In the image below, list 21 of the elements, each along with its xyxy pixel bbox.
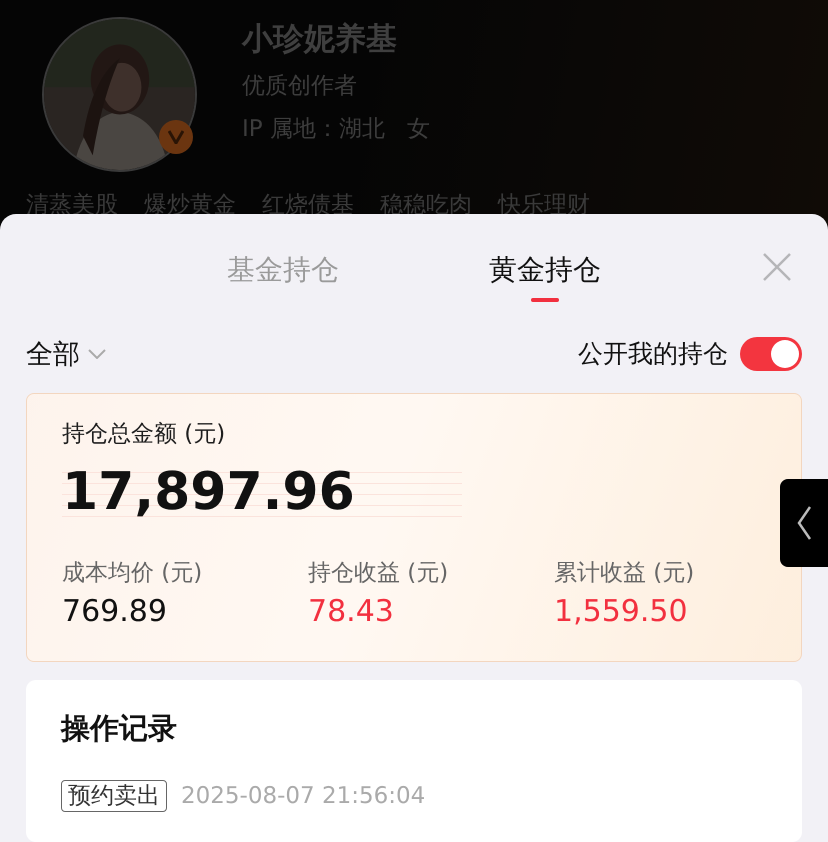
holdings-tab[interactable]: 黄金持仓 (489, 252, 601, 302)
gender-label: 女 (406, 115, 430, 144)
record-time: 2025-08-07 21:56:04 (181, 783, 426, 809)
stat-value: 769.89 (62, 594, 168, 630)
records-title: 操作记录 (61, 710, 178, 746)
stat-label: 持仓收益 (元) (308, 558, 450, 588)
user-title: 优质创作者 (242, 72, 358, 101)
stat-value: 1,559.50 (554, 594, 689, 630)
public-toggle[interactable] (740, 336, 802, 371)
record-type-tag: 预约卖出 (61, 780, 167, 812)
stat-label: 成本均价 (元) (62, 558, 204, 588)
side-panel-handle[interactable] (780, 479, 828, 567)
stat-value: 78.43 (308, 594, 395, 630)
stat-label: 累计收益 (元) (554, 558, 696, 588)
user-name: 小珍妮养基 (242, 20, 398, 59)
total-label: 持仓总金额 (元) (62, 420, 226, 449)
filter-dropdown[interactable]: 全部 (26, 336, 106, 372)
ip-location: IP 属地：湖北 (242, 115, 385, 144)
toggle-label: 公开我的持仓 (578, 338, 728, 370)
chevron-down-icon (88, 348, 106, 359)
chevron-left-icon (796, 505, 812, 541)
